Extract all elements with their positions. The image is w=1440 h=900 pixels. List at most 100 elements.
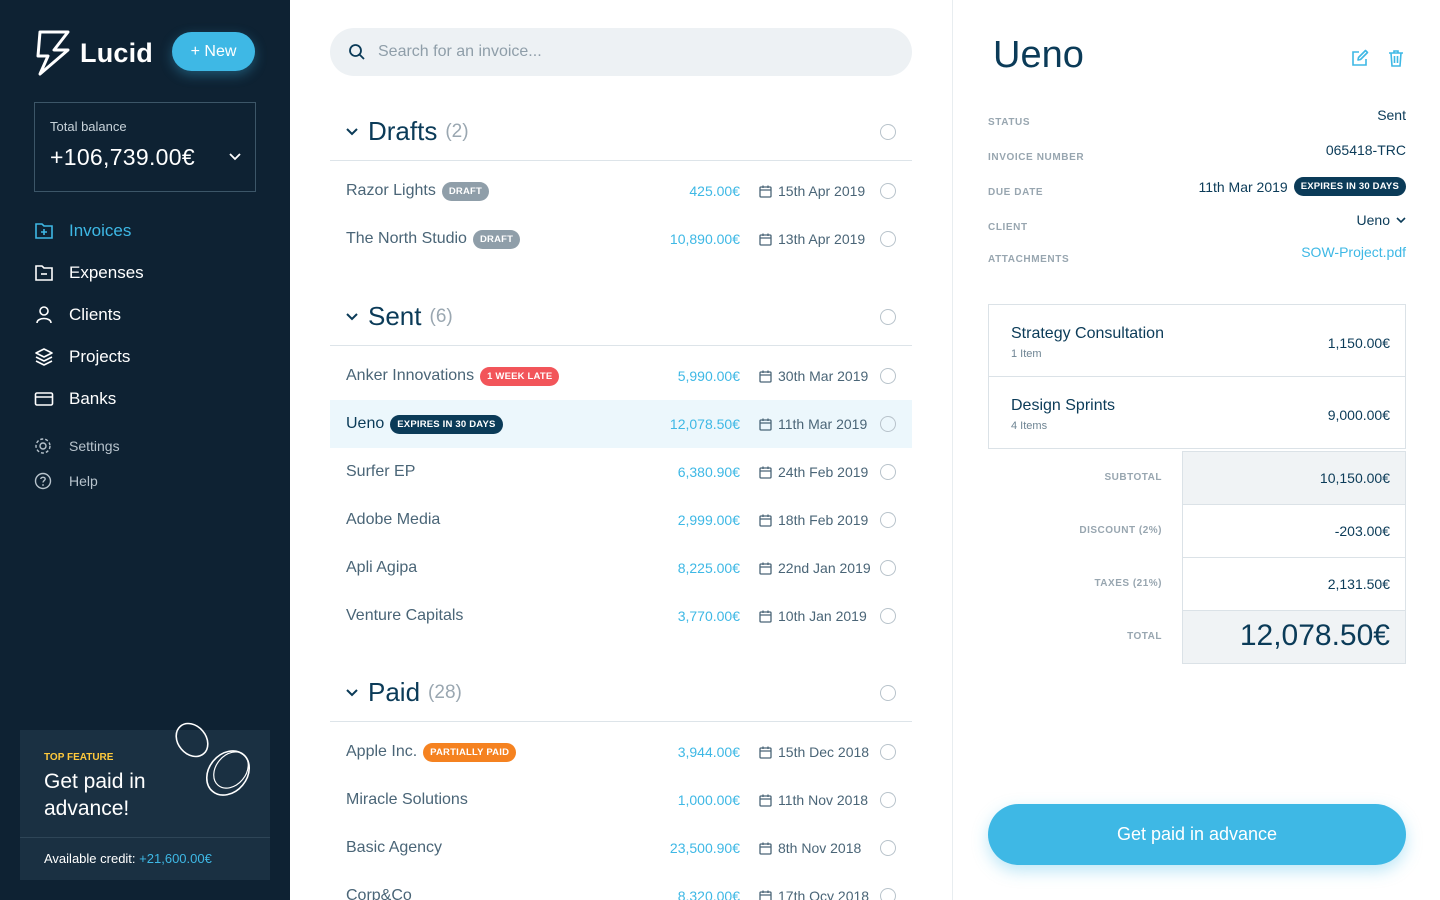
- invoice-row[interactable]: Apli Agipa 8,225.00€ 22nd Jan 2019: [330, 544, 912, 592]
- status-badge: DRAFT: [441, 181, 490, 201]
- invoice-date: 15th Dec 2018: [778, 744, 870, 760]
- row-select-radio[interactable]: [880, 231, 896, 247]
- row-select-radio[interactable]: [880, 840, 896, 856]
- invoice-row[interactable]: Ueno EXPIRES IN 30 DAYS 12,078.50€ 11th Mar…: [330, 400, 912, 448]
- calendar-icon: [759, 890, 772, 900]
- calendar-icon: [759, 562, 772, 575]
- invoice-date: 30th Mar 2019: [778, 368, 869, 384]
- invoice-row[interactable]: Miracle Solutions 1,000.00€ 11th Nov 2018: [330, 776, 912, 824]
- coins-icon: [175, 722, 251, 796]
- chevron-down-icon[interactable]: [229, 153, 241, 161]
- item-qty: 4 Items: [1011, 420, 1048, 432]
- invoice-row[interactable]: The North Studio DRAFT 10,890.00€ 13th Apr …: [330, 215, 912, 263]
- invoice-date: 11th Nov 2018: [778, 792, 869, 808]
- detail-actions: [1334, 48, 1406, 68]
- invoice-amount: 3,770.00€: [677, 608, 740, 624]
- total-value: 12,078.50€: [1239, 619, 1390, 652]
- balance-card[interactable]: Total balance +106,739.00€: [34, 102, 256, 192]
- info-label: INVOICE NUMBER: [988, 152, 1085, 163]
- group-count: (2): [445, 120, 469, 142]
- invoice-row[interactable]: Anker Innovations 1 WEEK LATE 5,990.00€ 30t…: [330, 352, 912, 400]
- group-title: Sent: [368, 301, 422, 331]
- line-items: Strategy Consultation 1 Item 1,150.00€ D…: [988, 304, 1406, 449]
- invoice-row[interactable]: Apple Inc. PARTIALLY PAID 3,944.00€ 15th De…: [330, 728, 912, 776]
- invoice-row[interactable]: Razor Lights DRAFT 425.00€ 15th Apr 2019: [330, 167, 912, 215]
- chevron-down-icon: [346, 127, 358, 135]
- client-select[interactable]: Ueno: [1357, 212, 1406, 228]
- select-all-radio[interactable]: [880, 124, 896, 140]
- discount-box[interactable]: -203.00€: [1182, 504, 1406, 558]
- select-all-radio[interactable]: [880, 309, 896, 325]
- new-button[interactable]: + New: [172, 32, 255, 71]
- layers-icon: [35, 348, 53, 366]
- app-name: Lucid: [80, 37, 153, 68]
- balance-label: Total balance: [50, 119, 127, 134]
- info-label: ATTACHMENTS: [988, 254, 1070, 265]
- invoice-row[interactable]: Adobe Media 2,999.00€ 18th Feb 2019: [330, 496, 912, 544]
- nav-item-help[interactable]: Help: [34, 463, 120, 498]
- calendar-icon: [759, 466, 772, 479]
- chevron-down-icon: [346, 312, 358, 320]
- client-name: Surfer EP: [346, 463, 416, 480]
- select-all-radio[interactable]: [880, 685, 896, 701]
- row-select-radio[interactable]: [880, 183, 896, 199]
- row-select-radio[interactable]: [880, 792, 896, 808]
- row-select-radio[interactable]: [880, 560, 896, 576]
- status-badge: DRAFT: [472, 229, 521, 249]
- nav-item-banks[interactable]: Banks: [34, 378, 144, 420]
- invoice-amount: 6,380.90€: [677, 464, 740, 480]
- invoice-row[interactable]: Corp&Co 8,320.00€ 17th Ocy 2018: [330, 872, 912, 900]
- group-header[interactable]: Paid (28): [330, 664, 912, 722]
- invoice-amount: 12,078.50€: [669, 416, 740, 432]
- search-bar[interactable]: [330, 28, 912, 76]
- invoice-row[interactable]: Surfer EP 6,380.90€ 24th Feb 2019: [330, 448, 912, 496]
- search-input[interactable]: [378, 43, 878, 61]
- invoice-row[interactable]: Venture Capitals 3,770.00€ 10th Jan 2019: [330, 592, 912, 640]
- row-select-radio[interactable]: [880, 464, 896, 480]
- row-select-radio[interactable]: [880, 608, 896, 624]
- row-select-radio[interactable]: [880, 744, 896, 760]
- taxes-box[interactable]: 2,131.50€: [1182, 557, 1406, 611]
- main-nav: Invoices Expenses Clients Projects Banks: [34, 210, 144, 420]
- attachment-link[interactable]: SOW-Project.pdf: [1301, 244, 1406, 260]
- subtotal-value: 10,150.00€: [1319, 470, 1390, 486]
- nav-label: Projects: [69, 347, 131, 366]
- invoice-date: 10th Jan 2019: [778, 608, 867, 624]
- group-header[interactable]: Drafts (2): [330, 103, 912, 161]
- nav-item-settings[interactable]: Settings: [34, 428, 120, 463]
- row-select-radio[interactable]: [880, 888, 896, 900]
- edit-icon[interactable]: [1350, 48, 1370, 68]
- group-header[interactable]: Sent (6): [330, 288, 912, 346]
- nav-label: Expenses: [69, 263, 144, 282]
- info-label: STATUS: [988, 117, 1031, 128]
- status-value: Sent: [1377, 107, 1406, 123]
- calendar-icon: [759, 370, 772, 383]
- row-select-radio[interactable]: [880, 512, 896, 528]
- invoice-date: 24th Feb 2019: [778, 464, 869, 480]
- info-status: STATUS Sent: [988, 107, 1406, 139]
- balance-value: +106,739.00€: [50, 144, 195, 170]
- invoice-amount: 8,225.00€: [677, 560, 740, 576]
- nav-label: Invoices: [69, 221, 132, 240]
- logo[interactable]: Lucid: [34, 28, 153, 78]
- help-icon: [34, 472, 52, 489]
- line-item[interactable]: Design Sprints 4 Items 9,000.00€: [988, 376, 1406, 449]
- nav-item-projects[interactable]: Projects: [34, 336, 144, 378]
- promo-card[interactable]: TOP FEATURE Get paid in advance! Availab…: [20, 722, 270, 880]
- invoice-row[interactable]: Basic Agency 23,500.90€ 8th Nov 2018: [330, 824, 912, 872]
- nav-label: Help: [69, 472, 98, 489]
- line-item[interactable]: Strategy Consultation 1 Item 1,150.00€: [988, 304, 1406, 377]
- invoice-title: Ueno: [993, 34, 1084, 76]
- row-select-radio[interactable]: [880, 368, 896, 384]
- trash-icon[interactable]: [1386, 48, 1406, 68]
- calendar-icon: [759, 610, 772, 623]
- nav-item-invoices[interactable]: Invoices: [34, 210, 144, 252]
- invoice-amount: 2,999.00€: [677, 512, 740, 528]
- nav-item-expenses[interactable]: Expenses: [34, 252, 144, 294]
- row-select-radio[interactable]: [880, 416, 896, 432]
- taxes-label: TAXES (21%): [1094, 578, 1162, 589]
- nav-item-clients[interactable]: Clients: [34, 294, 144, 336]
- gear-icon: [35, 437, 51, 454]
- discount-value: -203.00€: [1334, 523, 1390, 539]
- get-paid-advance-button[interactable]: Get paid in advance: [988, 804, 1406, 865]
